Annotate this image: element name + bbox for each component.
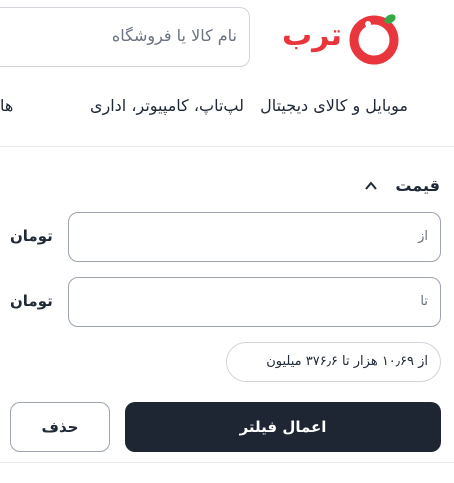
header-divider [0, 146, 454, 147]
search-input[interactable]: نام کالا یا فروشگاه [0, 7, 250, 67]
price-range-chip[interactable]: از ۱۰٫۶۹ هزار تا ۳۷۶٫۶ میلیون [226, 342, 441, 382]
search-placeholder: نام کالا یا فروشگاه [111, 26, 237, 45]
price-to-placeholder: تا [420, 294, 428, 309]
price-from-unit: تومان [10, 227, 53, 245]
chevron-up-icon [365, 181, 377, 190]
logo-ring-icon [349, 14, 399, 65]
nav-item-truncated[interactable]: ها [0, 96, 13, 115]
price-range-text: از ۱۰٫۶۹ هزار تا ۳۷۶٫۶ میلیون [266, 354, 428, 369]
price-from-input[interactable]: از [68, 212, 441, 262]
apply-filter-button[interactable]: اعمال فیلتر [125, 402, 441, 452]
nav-item-laptop-computer[interactable]: لپ‌تاپ، کامپیوتر، اداری [90, 96, 244, 115]
torob-logo[interactable]: ترب [282, 6, 408, 65]
nav-item-mobile-digital[interactable]: موبایل و کالای دیجیتال [260, 96, 408, 115]
clear-filter-button[interactable]: حذف [10, 402, 110, 452]
price-filter-title: قیمت [395, 176, 440, 195]
price-to-unit: تومان [10, 292, 53, 310]
category-nav: موبایل و کالای دیجیتال لپ‌تاپ، کامپیوتر،… [0, 96, 454, 120]
price-to-input[interactable]: تا [68, 277, 441, 327]
price-from-placeholder: از [418, 229, 428, 244]
logo-text: ترب [282, 18, 343, 53]
footer-divider [0, 462, 454, 463]
